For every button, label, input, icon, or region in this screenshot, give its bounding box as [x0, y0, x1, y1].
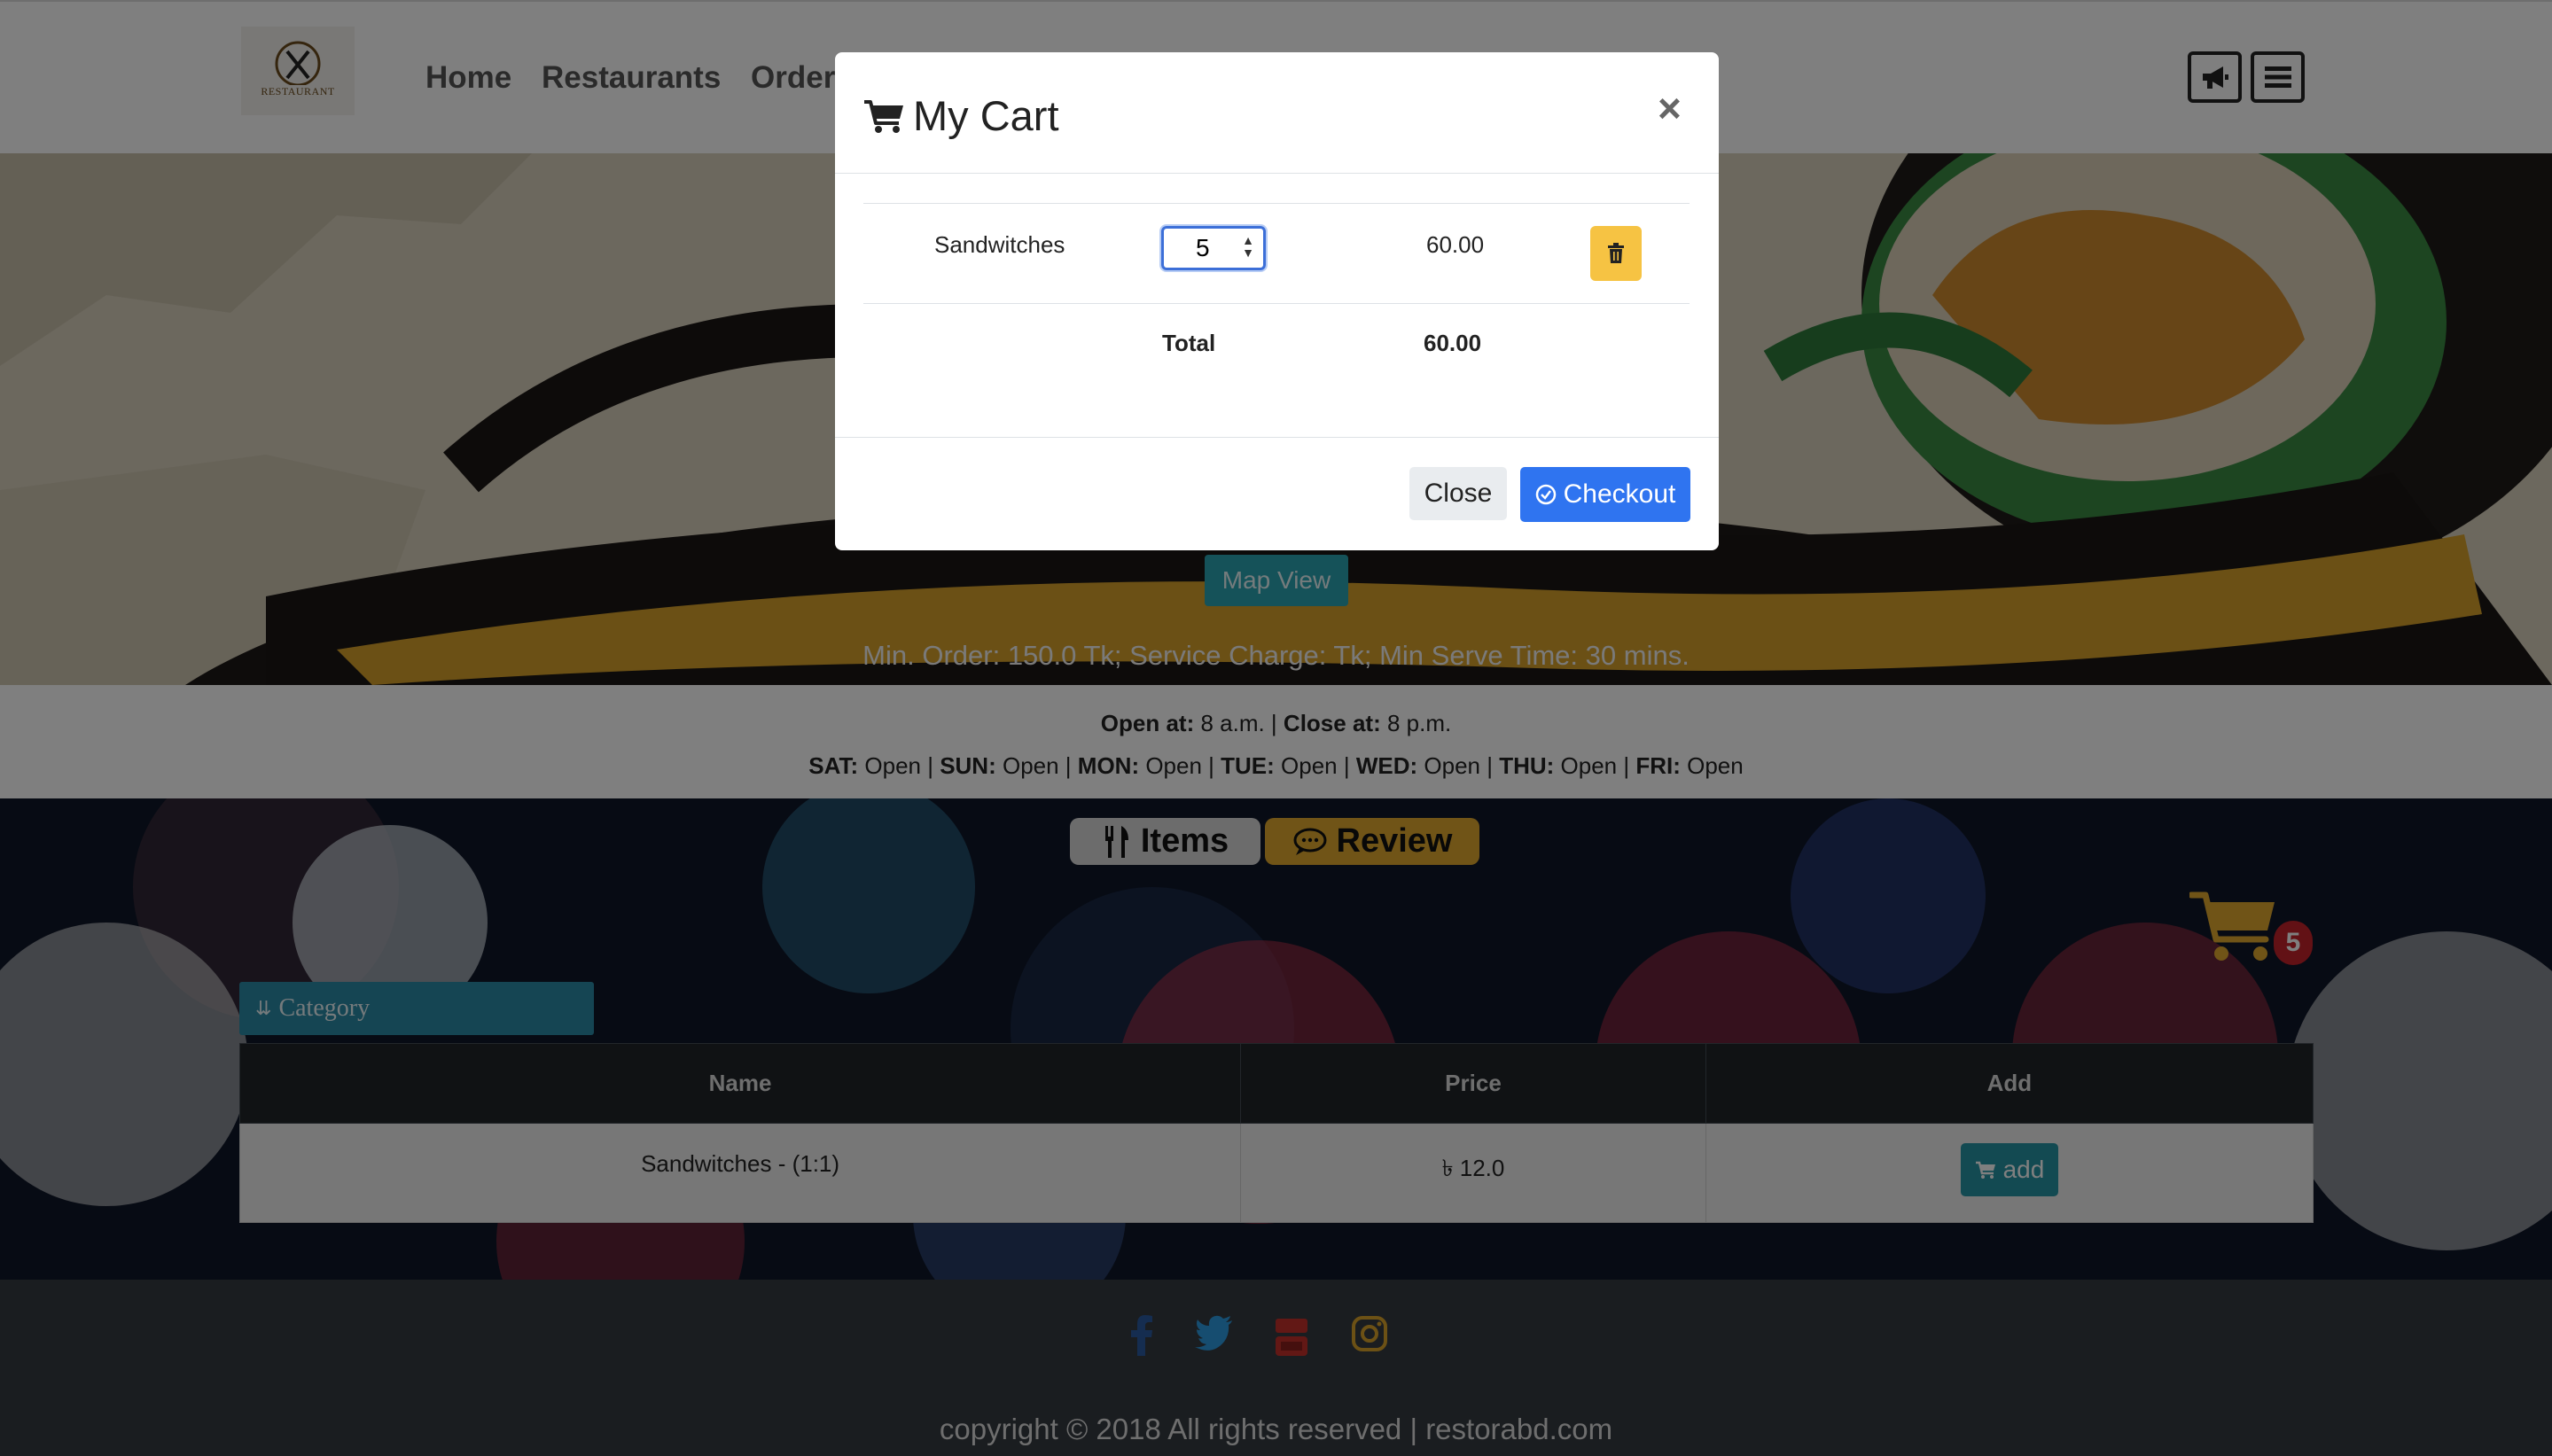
cart-item-price: 60.00	[1426, 231, 1485, 258]
close-button[interactable]: Close	[1409, 467, 1507, 520]
cart-modal: My Cart × Sandwitches 5 ▲ ▼ 60.00 Total 6…	[835, 52, 1719, 550]
checkout-label: Checkout	[1563, 479, 1676, 509]
modal-header: My Cart ×	[835, 52, 1719, 174]
total-value: 60.00	[1424, 330, 1482, 356]
modal-title: My Cart	[863, 91, 1059, 140]
quantity-stepper[interactable]: 5 ▲ ▼	[1161, 226, 1266, 270]
divider	[863, 203, 1690, 204]
modal-title-text: My Cart	[913, 92, 1059, 139]
modal-footer-divider	[835, 437, 1719, 438]
spinner-arrows-icon[interactable]: ▲ ▼	[1242, 234, 1254, 259]
total-label: Total	[1162, 330, 1216, 356]
trash-icon	[1608, 243, 1624, 263]
quantity-value: 5	[1196, 234, 1210, 261]
check-circle-icon	[1535, 484, 1556, 505]
divider	[863, 303, 1690, 304]
close-icon[interactable]: ×	[1658, 84, 1682, 132]
shopping-cart-icon	[864, 99, 903, 133]
checkout-button[interactable]: Checkout	[1520, 467, 1690, 522]
remove-item-button[interactable]	[1590, 226, 1642, 281]
cart-item-name: Sandwitches	[934, 231, 1065, 258]
